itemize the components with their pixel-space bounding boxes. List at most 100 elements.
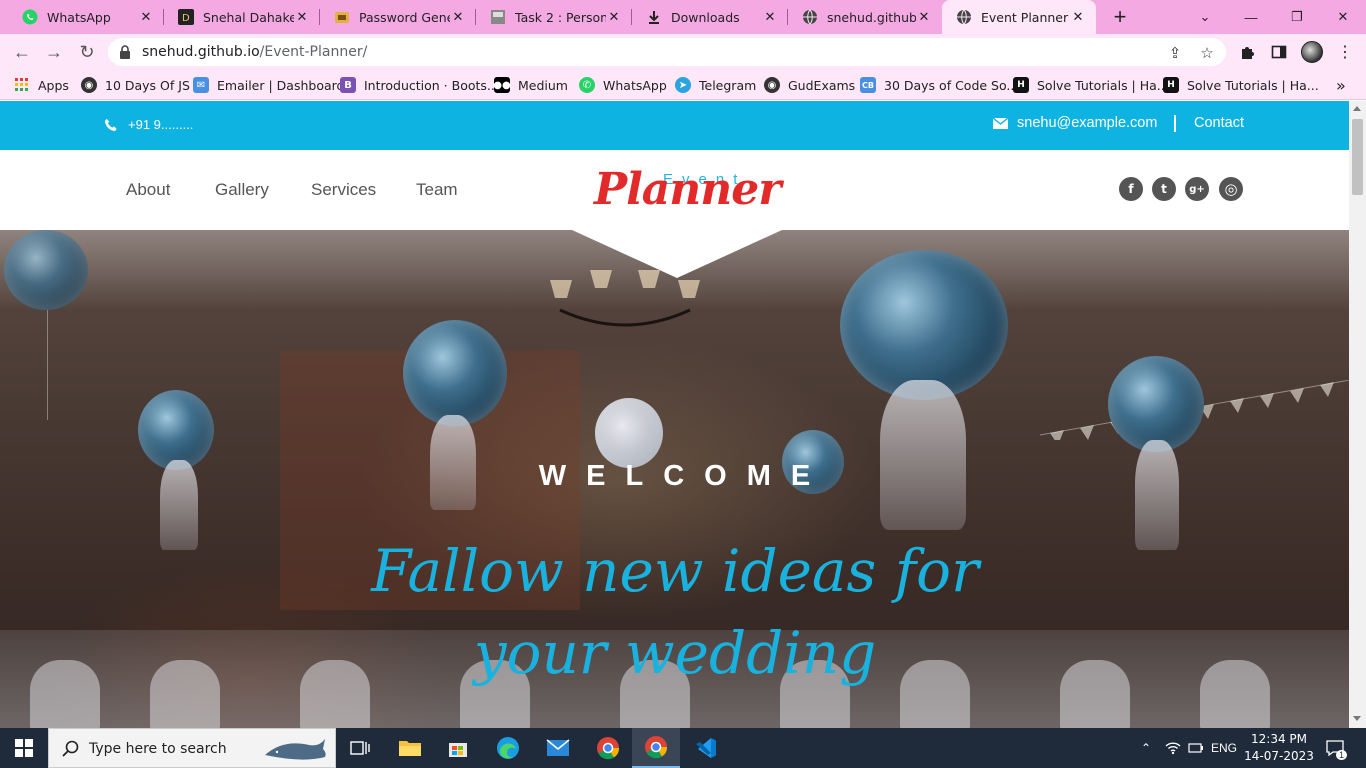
- notification-center-icon[interactable]: 1: [1320, 728, 1350, 768]
- bookmark-apps[interactable]: Apps: [14, 75, 69, 95]
- apps-grid-icon: [14, 77, 30, 93]
- close-window-button[interactable]: ✕: [1320, 0, 1366, 34]
- chrome-profile-icon[interactable]: [584, 728, 632, 768]
- bookmark-hackerrank-1[interactable]: H Solve Tutorials | Ha...: [1013, 75, 1169, 95]
- balloon-decor: [840, 250, 1008, 400]
- telegram-icon: ➤: [675, 77, 691, 93]
- tab-event-planner[interactable]: Event Planner ✕: [942, 0, 1096, 34]
- task-view-icon[interactable]: [336, 728, 384, 768]
- clock-time: 12:34 PM: [1251, 732, 1307, 746]
- hero-welcome-heading: WELCOME: [538, 460, 831, 492]
- wifi-icon[interactable]: [1162, 728, 1184, 768]
- tab-search-chevron-icon[interactable]: ⌄: [1182, 0, 1228, 34]
- balloon-decor: [595, 398, 663, 468]
- restore-button[interactable]: ❐: [1274, 0, 1320, 34]
- menu-kebab-icon[interactable]: ⋮: [1335, 42, 1355, 62]
- globe-icon: ◉: [764, 77, 780, 93]
- lock-icon: [120, 45, 130, 59]
- new-tab-button[interactable]: +: [1108, 5, 1132, 29]
- bookmark-telegram[interactable]: ➤ Telegram: [675, 75, 756, 95]
- microsoft-store-icon[interactable]: [434, 728, 482, 768]
- language-indicator[interactable]: ENG: [1208, 728, 1240, 768]
- back-button[interactable]: ←: [10, 41, 34, 63]
- contact-link[interactable]: Contact: [1194, 115, 1244, 131]
- email-contact[interactable]: snehu@example.com: [993, 115, 1157, 131]
- close-tab-icon[interactable]: ✕: [294, 9, 310, 25]
- close-tab-icon[interactable]: ✕: [606, 9, 622, 25]
- github-avatar-icon: D: [178, 9, 194, 25]
- browser-tab-strip: WhatsApp ✕ D Snehal Dahake ✕ Password Ge…: [0, 0, 1366, 34]
- google-plus-icon[interactable]: g+: [1185, 177, 1209, 201]
- bookmark-whatsapp[interactable]: ✆ WhatsApp: [579, 75, 667, 95]
- page-scrollbar[interactable]: [1349, 101, 1366, 728]
- tab-snehud-github[interactable]: snehud.github.io ✕: [788, 0, 942, 34]
- logo-notch-decor: [572, 230, 782, 278]
- edge-browser-icon[interactable]: [484, 728, 532, 768]
- bootstrap-icon: B: [340, 77, 356, 93]
- close-tab-icon[interactable]: ✕: [1070, 9, 1086, 25]
- vscode-icon[interactable]: [682, 728, 730, 768]
- phone-icon: [104, 118, 117, 131]
- bookmark-star-icon[interactable]: ☆: [1198, 44, 1216, 62]
- clock[interactable]: 12:34 PM 14-07-2023: [1244, 731, 1314, 765]
- tab-title: Downloads: [671, 9, 740, 25]
- close-tab-icon[interactable]: ✕: [762, 9, 778, 25]
- extensions-puzzle-icon[interactable]: [1237, 42, 1257, 62]
- mail-app-icon[interactable]: [534, 728, 582, 768]
- balloon-decor: [1108, 356, 1204, 452]
- tab-whatsapp[interactable]: WhatsApp ✕: [8, 0, 164, 34]
- file-explorer-icon[interactable]: [386, 728, 434, 768]
- battery-power-icon[interactable]: [1186, 728, 1206, 768]
- bookmark-bootstrap[interactable]: B Introduction · Boots...: [340, 75, 499, 95]
- bookmark-medium[interactable]: ●● Medium: [493, 75, 568, 95]
- tab-password-generator[interactable]: Password Genera ✕: [320, 0, 476, 34]
- emailer-icon: ✉: [193, 77, 209, 93]
- search-highlight-whale-icon: [265, 739, 326, 760]
- bookmark-emailer[interactable]: ✉ Emailer | Dashboard: [193, 75, 344, 95]
- tab-title: WhatsApp: [47, 9, 111, 25]
- chrome-active-icon[interactable]: [632, 728, 680, 768]
- scroll-up-arrow-icon[interactable]: [1353, 106, 1361, 111]
- url-bar[interactable]: snehud.github.io/Event-Planner/ ⇪ ☆: [108, 38, 1226, 66]
- url-text: snehud.github.io/Event-Planner/: [142, 44, 368, 60]
- profile-avatar[interactable]: [1301, 41, 1323, 63]
- bookmark-gudexams[interactable]: ◉ GudExams: [764, 75, 855, 95]
- scrollbar-thumb[interactable]: [1352, 119, 1363, 195]
- taskbar-search-input[interactable]: Type here to search: [48, 728, 336, 768]
- twitter-icon[interactable]: t: [1152, 177, 1176, 201]
- facebook-icon[interactable]: f: [1119, 177, 1143, 201]
- globe-icon: [802, 9, 818, 25]
- logo-planner-text[interactable]: Planner: [594, 164, 781, 215]
- whatsapp-icon: ✆: [579, 77, 595, 93]
- reload-button[interactable]: ↻: [75, 41, 99, 63]
- tab-downloads[interactable]: Downloads ✕: [632, 0, 788, 34]
- phone-contact: +91 9.........: [104, 117, 193, 132]
- bookmark-hackerrank-2[interactable]: H Solve Tutorials | Ha...: [1163, 75, 1319, 95]
- share-icon[interactable]: ⇪: [1166, 44, 1184, 62]
- tray-chevron-up-icon[interactable]: ⌃: [1136, 728, 1156, 768]
- scroll-down-arrow-icon[interactable]: [1353, 716, 1361, 721]
- close-tab-icon[interactable]: ✕: [138, 9, 154, 25]
- start-button[interactable]: [0, 728, 48, 768]
- close-tab-icon[interactable]: ✕: [450, 9, 466, 25]
- clock-date: 14-07-2023: [1244, 749, 1314, 763]
- tab-title: Snehal Dahake: [203, 9, 294, 25]
- bookmark-30-days-code[interactable]: CB 30 Days of Code So...: [860, 75, 1018, 95]
- dribbble-icon[interactable]: ◎: [1219, 177, 1243, 201]
- nav-gallery[interactable]: Gallery: [215, 180, 269, 200]
- nav-team[interactable]: Team: [416, 180, 458, 200]
- side-panel-icon[interactable]: [1269, 42, 1289, 62]
- tab-task-2[interactable]: Task 2 : Personal ✕: [476, 0, 632, 34]
- tab-snehal-dahake[interactable]: D Snehal Dahake ✕: [164, 0, 320, 34]
- forward-button[interactable]: →: [42, 41, 66, 63]
- topbar-divider: [1174, 115, 1176, 132]
- address-bar-row: ← → ↻ snehud.github.io/Event-Planner/ ⇪ …: [0, 34, 1366, 70]
- notification-count-badge: 1: [1336, 750, 1348, 760]
- minimize-button[interactable]: —: [1228, 0, 1274, 34]
- more-bookmarks-chevron-icon[interactable]: »: [1336, 75, 1346, 95]
- bookmark-10-days-js[interactable]: ◉ 10 Days Of JS: [81, 75, 190, 95]
- nav-about[interactable]: About: [126, 180, 170, 200]
- close-tab-icon[interactable]: ✕: [916, 9, 932, 25]
- medium-icon: ●●: [493, 77, 511, 93]
- nav-services[interactable]: Services: [311, 180, 376, 200]
